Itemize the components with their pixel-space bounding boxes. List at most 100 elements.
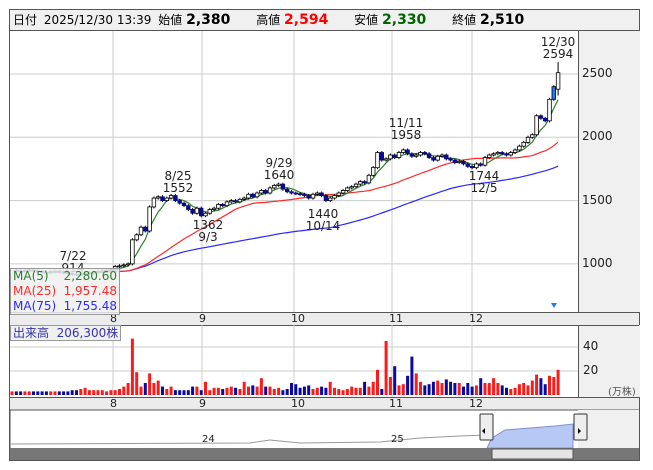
volume-bar xyxy=(53,391,57,395)
candle-body xyxy=(280,183,286,190)
month-tick-label: 12 xyxy=(469,312,483,325)
candle-body xyxy=(499,152,505,155)
volume-bar xyxy=(333,387,336,395)
volume-bar xyxy=(341,390,345,395)
volume-bar xyxy=(397,385,401,395)
candle-body xyxy=(194,207,200,214)
volume-bar xyxy=(492,378,496,395)
candle-body xyxy=(168,195,174,199)
candle-body xyxy=(487,154,492,158)
volume-bar xyxy=(135,372,139,395)
volume-bar xyxy=(526,385,530,395)
volume-bar xyxy=(195,386,199,395)
volume-bar xyxy=(208,390,212,395)
candle-body xyxy=(332,195,337,199)
candle-body xyxy=(306,195,311,199)
ma75-label: MA(75) xyxy=(13,299,57,313)
candle-body xyxy=(366,174,372,184)
volume-bar xyxy=(204,381,207,395)
volume-bar xyxy=(345,389,349,395)
candle-body xyxy=(508,152,513,156)
candle-body xyxy=(444,154,449,160)
candle-body xyxy=(336,192,341,196)
candle-body xyxy=(418,152,423,156)
candle-body xyxy=(461,160,466,165)
candle-body xyxy=(134,234,139,241)
ma25-value: 1,957.48 xyxy=(63,284,117,298)
volume-bar xyxy=(290,383,293,395)
volume-bar xyxy=(535,374,539,395)
month-tick-label: 10 xyxy=(291,312,305,325)
navigator-right-handle[interactable] xyxy=(573,413,588,441)
volume-bar xyxy=(247,386,250,395)
volume-bar xyxy=(23,391,27,395)
volume-bar xyxy=(285,389,289,395)
month-tick-label: 11 xyxy=(389,312,403,325)
volume-tick-label: 20 xyxy=(583,363,599,377)
candle-body xyxy=(456,160,462,164)
candle-body xyxy=(160,196,165,202)
candle-body xyxy=(237,198,243,203)
candle-body xyxy=(233,200,238,203)
volume-bar xyxy=(311,389,315,395)
volume-bar xyxy=(255,386,259,395)
candle-body xyxy=(138,226,144,236)
volume-bar xyxy=(462,386,465,395)
navigator-left-handle[interactable] xyxy=(479,413,494,441)
candle-body xyxy=(547,98,552,122)
volume-bar xyxy=(393,366,397,395)
candle-body xyxy=(117,265,122,268)
volume-bar xyxy=(277,387,281,395)
volume-bar xyxy=(113,390,117,395)
candle-body xyxy=(469,166,475,169)
volume-bar xyxy=(483,383,487,395)
candle-body xyxy=(353,183,359,188)
candle-body xyxy=(302,193,307,196)
volume-bar xyxy=(474,385,478,395)
candle-body xyxy=(323,195,329,201)
candle-body xyxy=(362,181,367,184)
volume-bar xyxy=(500,385,504,395)
candle-body xyxy=(259,190,264,194)
volume-bar xyxy=(552,377,556,395)
candle-body xyxy=(474,163,479,169)
volume-bar xyxy=(470,386,474,395)
candle-body xyxy=(190,209,195,214)
volume-bar xyxy=(105,391,109,395)
volume-bar xyxy=(358,387,362,395)
volume-bar xyxy=(324,387,328,395)
volume-bar xyxy=(530,380,534,395)
volume-bar xyxy=(410,356,414,395)
volume-bar xyxy=(130,338,134,395)
price-tick-label: 1500 xyxy=(582,192,613,207)
candle-body xyxy=(426,153,432,158)
candle-body xyxy=(538,115,544,119)
volume-bar xyxy=(152,383,156,395)
volume-bar xyxy=(513,387,517,395)
candle-body xyxy=(241,197,247,200)
volume-bar xyxy=(251,385,255,395)
volume-bar xyxy=(487,383,491,395)
volume-bar xyxy=(380,389,384,395)
candle-body xyxy=(276,183,281,186)
candle-body xyxy=(388,154,393,160)
candle-body xyxy=(186,205,191,210)
volume-bar xyxy=(62,391,66,395)
volume-bar xyxy=(221,389,225,395)
navigator-scrollbar-thumb[interactable] xyxy=(491,448,574,460)
volume-bar xyxy=(139,386,143,395)
volume-bar xyxy=(242,381,246,395)
candle-body xyxy=(310,193,316,199)
candle-body xyxy=(177,200,182,204)
chart-canvas[interactable] xyxy=(0,0,653,470)
stock-chart-window: 日付 2025/12/30 13:39 始値 2,380 高値 2,594 安値… xyxy=(0,0,653,470)
volume-bar xyxy=(496,383,500,395)
annotation-date: 12/5 xyxy=(470,181,498,195)
volume-bar xyxy=(27,391,31,395)
volume-bar xyxy=(509,389,513,395)
candle-body xyxy=(512,149,518,153)
volume-value: 206,300株 xyxy=(56,326,119,340)
volume-bar xyxy=(234,387,238,395)
volume-bar xyxy=(419,381,422,395)
volume-bar xyxy=(543,384,547,395)
